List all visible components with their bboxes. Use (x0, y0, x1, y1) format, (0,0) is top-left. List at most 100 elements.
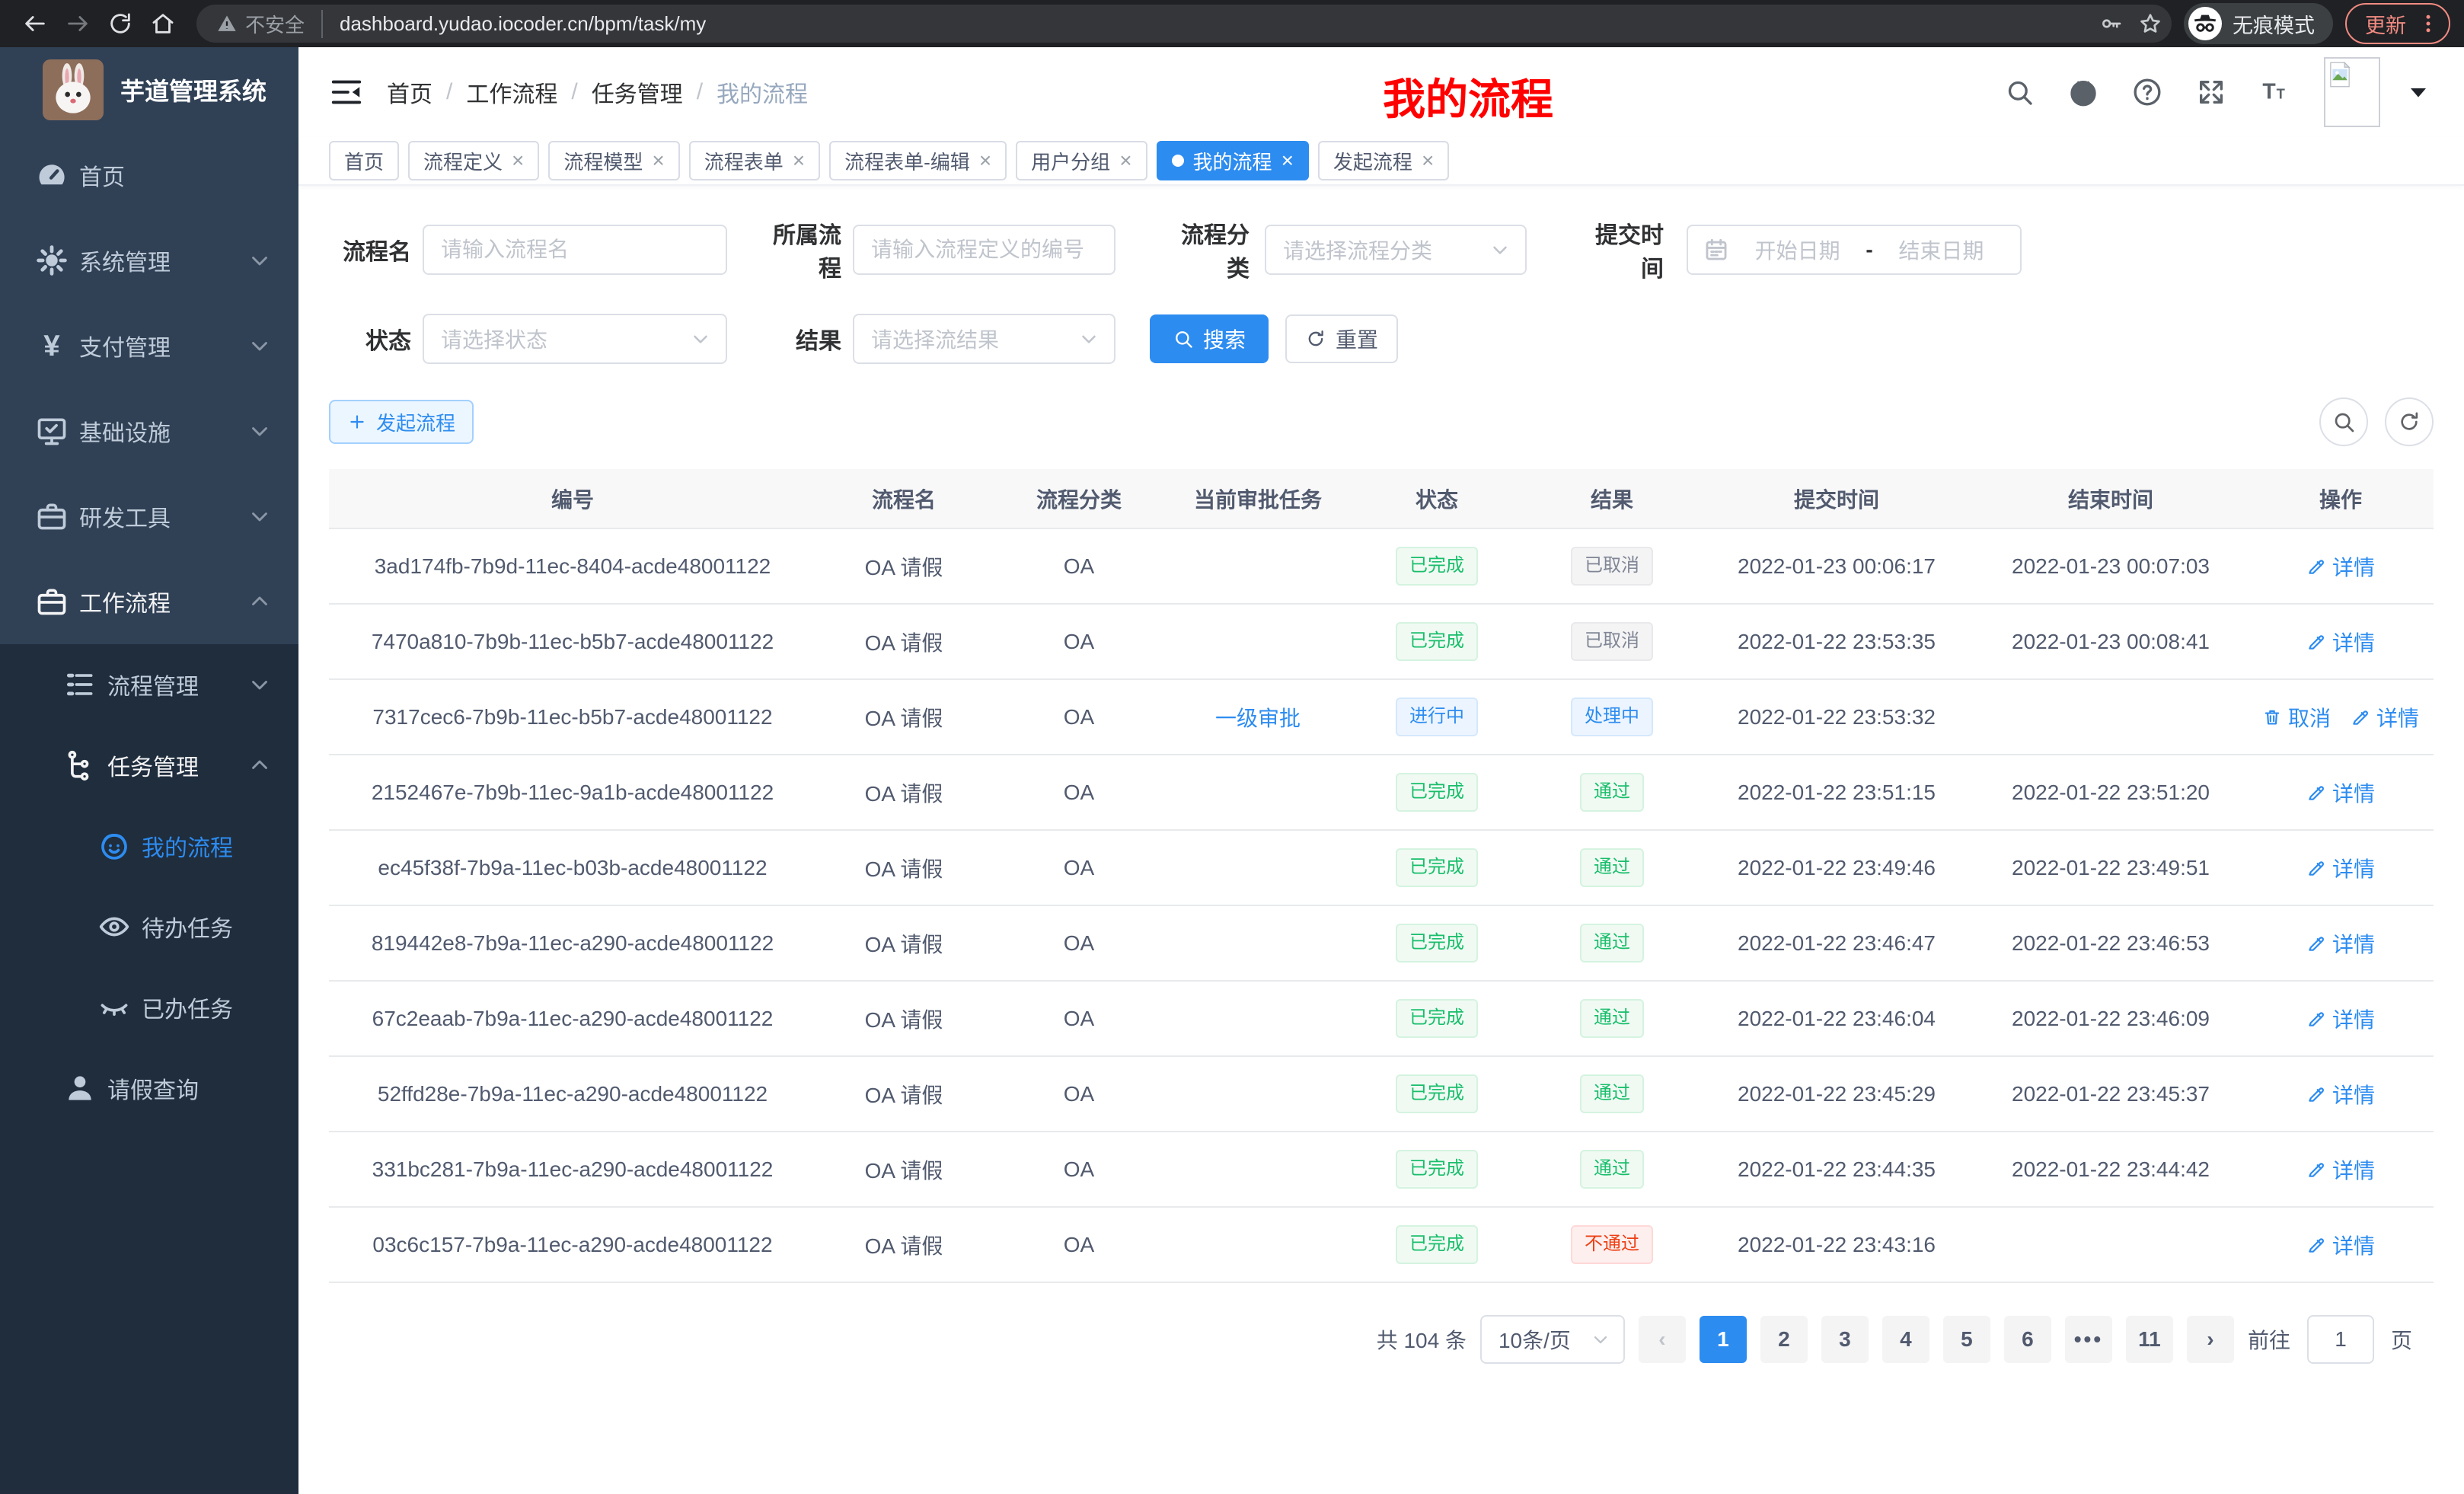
sidebar-item-payment-management[interactable]: ¥支付管理 (0, 303, 298, 388)
detail-link[interactable]: 详情 (2306, 551, 2375, 582)
refresh-table-button[interactable] (2385, 397, 2434, 446)
page-button-1[interactable]: 1 (1700, 1316, 1747, 1363)
detail-link[interactable]: 详情 (2306, 627, 2375, 657)
detail-link[interactable]: 详情 (2306, 853, 2375, 883)
sidebar-item-leave-query[interactable]: 请假查询 (0, 1048, 298, 1128)
process-definition-input[interactable] (853, 225, 1116, 275)
jump-page-input[interactable] (2307, 1315, 2374, 1364)
forward-button[interactable] (56, 2, 99, 45)
process-name-input[interactable] (423, 225, 727, 275)
sidebar-item-my-process[interactable]: 我的流程 (0, 806, 298, 886)
key-icon[interactable] (2099, 11, 2123, 36)
cell-id: 67c2eaab-7b9a-11ec-a290-acde48001122 (329, 981, 816, 1056)
tab-process-form[interactable]: 流程表单× (689, 141, 820, 180)
security-warning[interactable]: 不安全 (216, 10, 323, 38)
start-process-button[interactable]: 发起流程 (329, 400, 474, 444)
back-button[interactable] (14, 2, 56, 45)
home-button[interactable] (142, 2, 184, 45)
page-button-4[interactable]: 4 (1882, 1316, 1929, 1363)
search-button[interactable]: 搜索 (1150, 314, 1269, 363)
breadcrumb-item[interactable]: 任务管理 (592, 75, 683, 109)
close-icon[interactable]: × (979, 150, 991, 171)
github-icon[interactable] (2068, 77, 2099, 107)
tab-home[interactable]: 首页 (329, 141, 399, 180)
tab-start-process[interactable]: 发起流程× (1318, 141, 1449, 180)
detail-link[interactable]: 详情 (2351, 702, 2419, 733)
detail-link[interactable]: 详情 (2306, 928, 2375, 959)
sidebar-item-home[interactable]: 首页 (0, 132, 298, 218)
page-button-3[interactable]: 3 (1821, 1316, 1869, 1363)
address-bar[interactable]: 不安全 dashboard.yudao.iocoder.cn/bpm/task/… (196, 5, 2172, 43)
tab-label: 用户分组 (1031, 147, 1110, 175)
collapse-sidebar-icon[interactable] (329, 75, 364, 110)
avatar[interactable] (2324, 57, 2380, 127)
active-tab-dot (1172, 155, 1184, 167)
task-link[interactable]: 一级审批 (1215, 707, 1301, 730)
chevron-down-icon (1590, 1329, 1611, 1350)
tab-process-model[interactable]: 流程模型× (548, 141, 679, 180)
incognito-icon (2188, 7, 2222, 40)
detail-link[interactable]: 详情 (2306, 777, 2375, 808)
page-button-11[interactable]: 11 (2126, 1316, 2173, 1363)
update-button[interactable]: 更新 (2345, 3, 2450, 44)
detail-link[interactable]: 详情 (2306, 1230, 2375, 1260)
sidebar-item-label: 系统管理 (79, 244, 171, 277)
tab-my-process[interactable]: 我的流程× (1157, 141, 1309, 180)
page-button-6[interactable]: 6 (2004, 1316, 2051, 1363)
close-icon[interactable]: × (1422, 150, 1434, 171)
breadcrumb-item[interactable]: 首页 (387, 75, 432, 109)
sidebar-item-done-tasks[interactable]: 已办任务 (0, 967, 298, 1048)
svg-text:T: T (2277, 85, 2285, 101)
status-select[interactable]: 请选择状态 (423, 314, 727, 364)
search-icon[interactable] (2004, 77, 2035, 107)
sidebar-item-workflow[interactable]: 工作流程 (0, 559, 298, 644)
font-size-icon[interactable]: TT (2260, 77, 2290, 107)
cancel-link[interactable]: 取消 (2262, 702, 2331, 733)
bookmark-star-icon[interactable] (2138, 11, 2162, 36)
page-size-select[interactable]: 10条/页 (1480, 1315, 1625, 1364)
page-button-5[interactable]: 5 (1943, 1316, 1990, 1363)
menu-dots-icon[interactable] (2417, 12, 2440, 35)
sidebar-item-process-management[interactable]: 流程管理 (0, 644, 298, 725)
close-icon[interactable]: × (1119, 150, 1131, 171)
cell-end-time (1974, 1207, 2248, 1282)
sidebar-item-task-management[interactable]: 任务管理 (0, 725, 298, 806)
submit-time-range-picker[interactable]: 开始日期 - 结束日期 (1687, 225, 2022, 275)
cell-actions: 取消详情 (2248, 679, 2434, 755)
close-icon[interactable]: × (1281, 150, 1294, 171)
breadcrumb-separator: / (697, 79, 703, 105)
process-category-select[interactable]: 请选择流程分类 (1265, 225, 1527, 275)
result-select[interactable]: 请选择流结果 (853, 314, 1116, 364)
table-row: 52ffd28e-7b9a-11ec-a290-acde48001122OA 请… (329, 1056, 2434, 1132)
detail-link[interactable]: 详情 (2306, 1079, 2375, 1109)
cell-name: OA 请假 (816, 755, 991, 830)
close-icon[interactable]: × (793, 150, 805, 171)
tab-process-form-edit[interactable]: 流程表单-编辑× (829, 141, 1007, 180)
help-icon[interactable] (2132, 77, 2162, 107)
breadcrumb-item[interactable]: 工作流程 (466, 75, 557, 109)
chevron-down-icon[interactable] (2403, 77, 2434, 107)
reset-button[interactable]: 重置 (1285, 314, 1398, 363)
toggle-search-button[interactable] (2319, 397, 2368, 446)
sidebar-item-todo-tasks[interactable]: 待办任务 (0, 886, 298, 967)
close-icon[interactable]: × (652, 150, 664, 171)
close-icon[interactable]: × (512, 150, 524, 171)
cell-submit-time: 2022-01-22 23:45:29 (1700, 1056, 1974, 1132)
tab-user-group[interactable]: 用户分组 × (1016, 141, 1147, 180)
reload-button[interactable] (99, 2, 142, 45)
sidebar-item-system-management[interactable]: 系统管理 (0, 218, 298, 303)
cell-category: OA (991, 1056, 1167, 1132)
sidebar-item-infrastructure[interactable]: 基础设施 (0, 388, 298, 474)
fullscreen-icon[interactable] (2196, 77, 2226, 107)
detail-link[interactable]: 详情 (2306, 1004, 2375, 1034)
page-button-...[interactable]: ••• (2065, 1316, 2112, 1363)
tree-icon (63, 749, 97, 782)
column-header: 操作 (2248, 469, 2434, 528)
app-logo[interactable]: 芋道管理系统 (0, 47, 298, 132)
next-page-button[interactable]: › (2187, 1316, 2234, 1363)
page-button-2[interactable]: 2 (1760, 1316, 1808, 1363)
tab-process-definition[interactable]: 流程定义× (408, 141, 539, 180)
sidebar-item-dev-tools[interactable]: 研发工具 (0, 474, 298, 559)
detail-link[interactable]: 详情 (2306, 1154, 2375, 1185)
prev-page-button[interactable]: ‹ (1639, 1316, 1686, 1363)
